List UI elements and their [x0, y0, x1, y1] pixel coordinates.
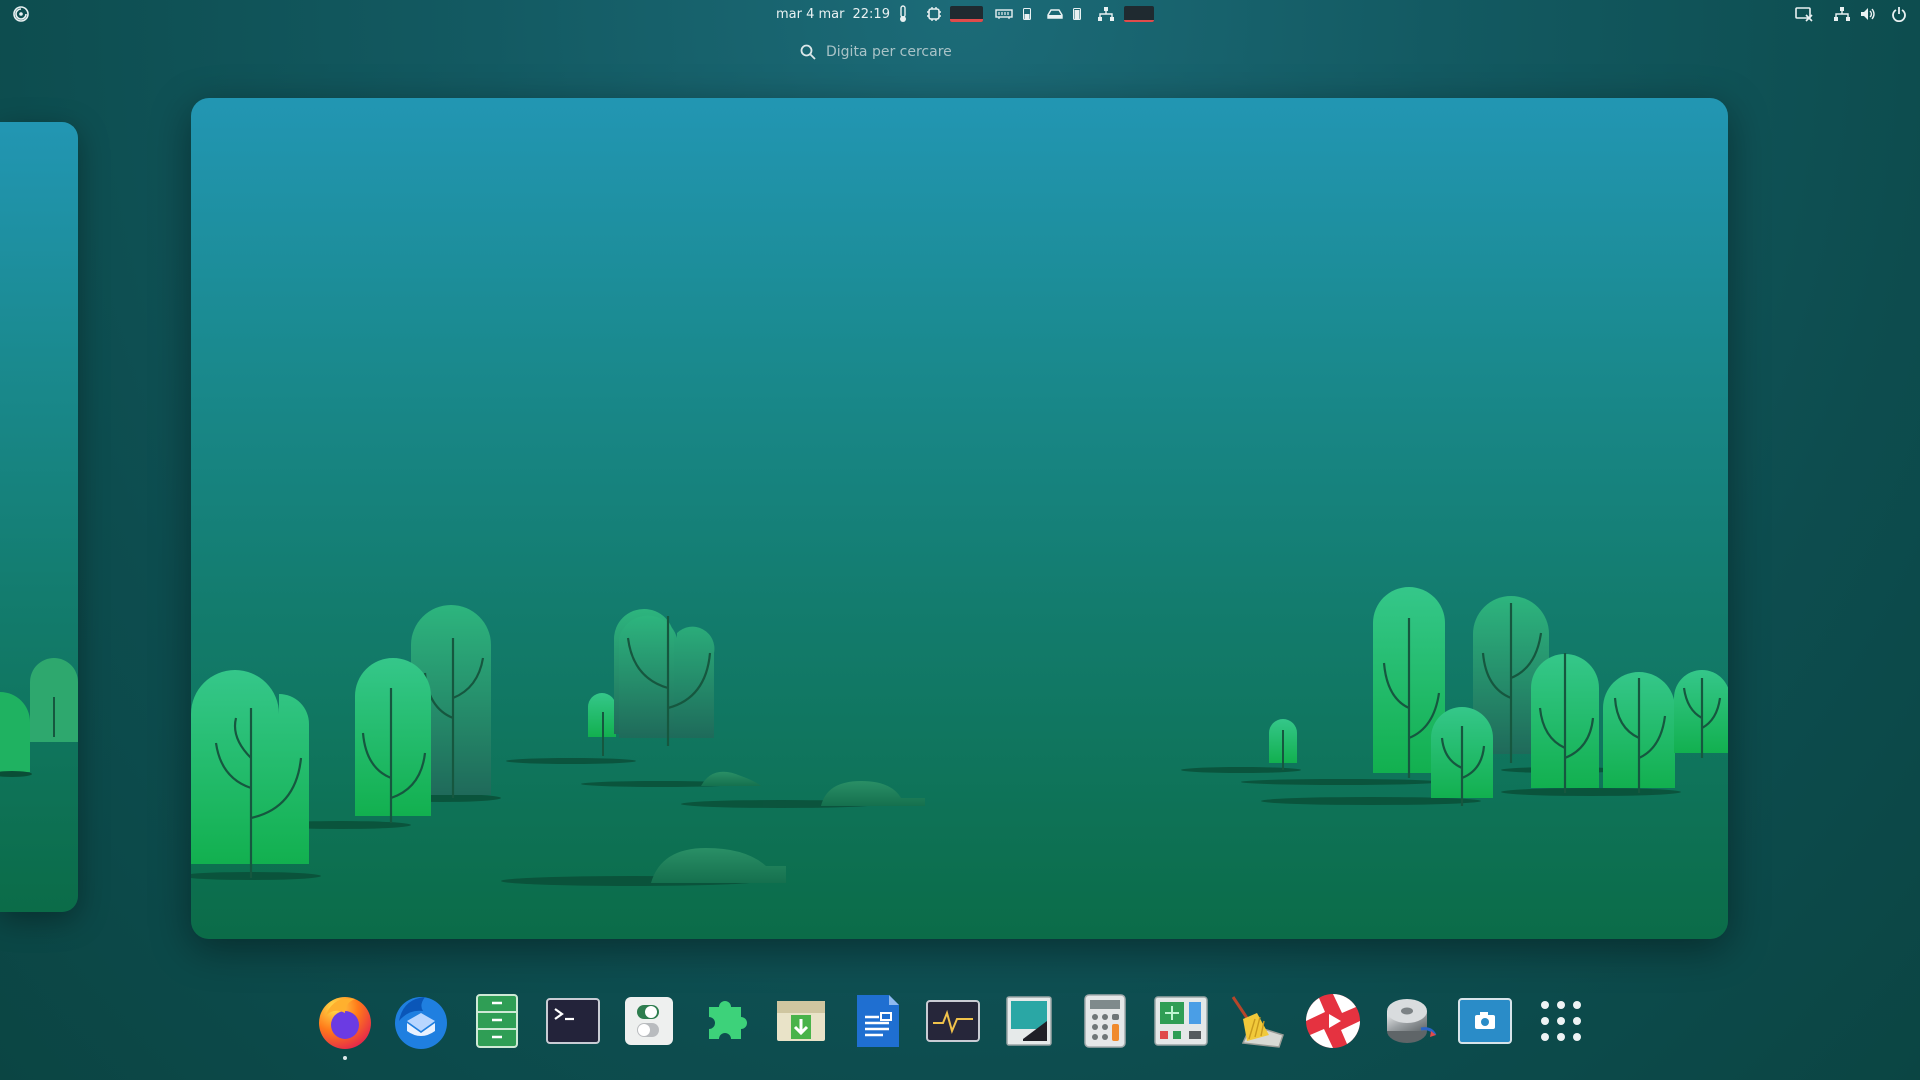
top-bar: mar 4 mar 22:19	[0, 0, 1920, 28]
cpu-icon[interactable]	[924, 4, 944, 24]
dock-disk-utility[interactable]	[1376, 988, 1442, 1054]
clock-time: 22:19	[852, 6, 890, 22]
broom-icon	[1231, 996, 1284, 1048]
terminal-icon	[546, 998, 600, 1044]
screenshot-camera-icon	[1458, 998, 1512, 1044]
calculator-icon	[1084, 994, 1126, 1048]
dock-software-install[interactable]	[768, 988, 834, 1054]
disk-utility-icon	[1387, 999, 1437, 1043]
dock-settings[interactable]	[616, 988, 682, 1054]
network-graph	[1124, 6, 1154, 22]
dock-image-viewer[interactable]	[996, 988, 1062, 1054]
dock-calculator[interactable]	[1072, 988, 1138, 1054]
network-icon[interactable]	[1096, 4, 1116, 24]
toggle-settings-icon	[625, 997, 673, 1045]
search-icon	[800, 44, 816, 60]
dock	[312, 988, 1594, 1060]
firefox-icon	[319, 997, 371, 1049]
temperature-icon[interactable]	[894, 4, 912, 24]
memory-icon[interactable]	[994, 4, 1014, 24]
cpu-graph	[950, 6, 983, 22]
package-install-icon	[777, 1001, 825, 1041]
writer-document-icon	[857, 995, 899, 1047]
memory-bar	[1022, 4, 1032, 24]
dock-cleaner[interactable]	[1224, 988, 1290, 1054]
dock-control-center[interactable]	[1148, 988, 1214, 1054]
search-field[interactable]: Digita per cercare	[800, 40, 1130, 64]
power-icon[interactable]	[1889, 4, 1909, 24]
workspace-thumbnail-previous[interactable]	[0, 122, 78, 912]
dock-firefox[interactable]	[312, 988, 378, 1060]
screen-sharing-icon[interactable]	[1794, 4, 1814, 24]
app-grid-icon	[1541, 1001, 1581, 1041]
media-player-icon	[1306, 994, 1360, 1048]
clock[interactable]: mar 4 mar 22:19	[776, 4, 890, 24]
puzzle-piece-icon	[709, 1001, 747, 1039]
dock-files[interactable]	[464, 988, 530, 1054]
file-cabinet-icon	[476, 994, 518, 1048]
dock-show-apps[interactable]	[1528, 988, 1594, 1054]
disk-bar	[1072, 4, 1082, 24]
disk-icon[interactable]	[1045, 4, 1065, 24]
network-status-icon[interactable]	[1832, 4, 1852, 24]
thunderbird-icon	[395, 997, 447, 1049]
wallpaper-forest	[191, 587, 1728, 886]
running-indicator	[343, 1056, 347, 1060]
clock-date: mar 4 mar	[776, 6, 845, 22]
dock-extensions[interactable]	[692, 988, 758, 1054]
dock-media-player[interactable]	[1300, 988, 1366, 1054]
control-center-icon	[1154, 996, 1208, 1046]
system-monitor-icon	[926, 1000, 980, 1042]
image-viewer-icon	[1006, 996, 1052, 1046]
search-placeholder: Digita per cercare	[826, 44, 952, 60]
dock-system-monitor[interactable]	[920, 988, 986, 1054]
dock-screenshot[interactable]	[1452, 988, 1518, 1054]
workspace-thumbnail-current[interactable]	[191, 98, 1728, 939]
dock-terminal[interactable]	[540, 988, 606, 1054]
dock-thunderbird[interactable]	[388, 988, 454, 1054]
volume-icon[interactable]	[1858, 4, 1878, 24]
wallpaper-trees-left	[0, 658, 78, 777]
dock-writer[interactable]	[844, 988, 910, 1054]
activities-icon[interactable]	[10, 4, 32, 24]
